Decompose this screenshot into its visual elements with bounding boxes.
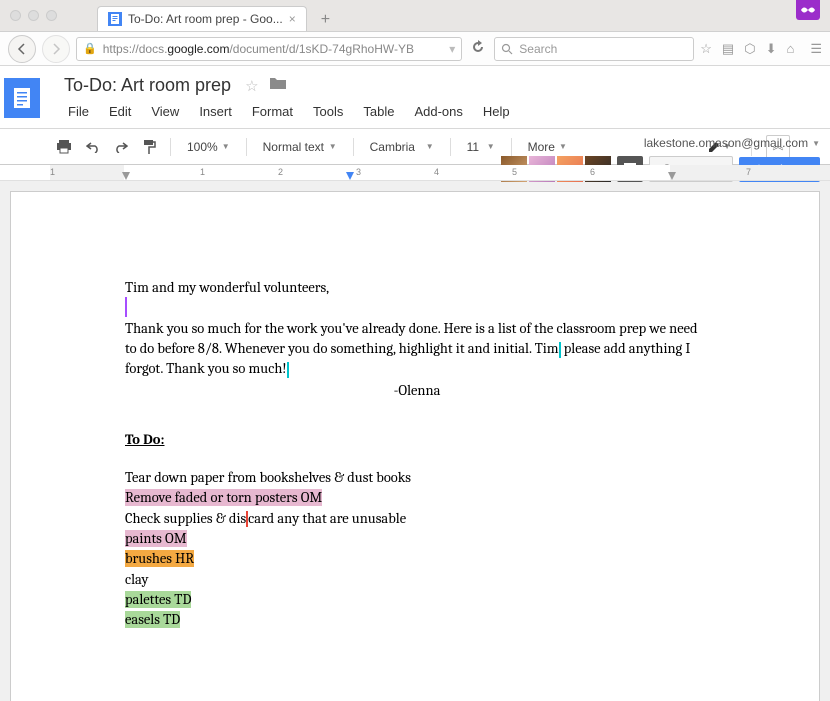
account-menu[interactable]: lakestone.omason@gmail.com ▼ [644, 136, 820, 150]
address-toolbar: 🔒 https://docs.google.com/document/d/1sK… [0, 32, 830, 66]
menu-edit[interactable]: Edit [101, 101, 139, 122]
downloads-icon[interactable]: ⬇ [766, 41, 777, 57]
menu-view[interactable]: View [143, 101, 187, 122]
browser-tab[interactable]: To-Do: Art room prep - Goo... × [97, 6, 307, 31]
menu-bar: File Edit View Insert Format Tools Table… [60, 101, 830, 122]
docs-header: To-Do: Art room prep ☆ File Edit View In… [0, 66, 830, 129]
undo-button[interactable] [80, 134, 106, 160]
document-page[interactable]: Tim and my wonderful volunteers, Thank y… [10, 191, 820, 701]
hamburger-menu-icon[interactable]: ☰ [810, 41, 822, 57]
docs-home-button[interactable] [0, 72, 44, 128]
lock-icon: 🔒 [83, 42, 97, 55]
reader-icon[interactable]: ▤ [722, 41, 734, 57]
font-size-dropdown[interactable]: 11▼ [459, 136, 503, 158]
doc-paragraph[interactable]: Thank you so much for the work you've al… [125, 319, 709, 380]
tab-stop-marker[interactable] [346, 172, 354, 180]
url-bar[interactable]: 🔒 https://docs.google.com/document/d/1sK… [76, 37, 462, 61]
user-email-text: lakestone.omason@gmail.com [644, 136, 808, 150]
home-icon[interactable]: ⌂ [786, 41, 794, 56]
left-indent-marker[interactable] [122, 172, 130, 180]
back-button[interactable] [8, 35, 36, 63]
menu-insert[interactable]: Insert [191, 101, 240, 122]
menu-help[interactable]: Help [475, 101, 518, 122]
maximize-window-button[interactable] [46, 10, 57, 21]
document-title[interactable]: To-Do: Art room prep [60, 74, 235, 97]
todo-item[interactable]: easels TD [125, 610, 709, 630]
doc-signature[interactable]: -Olenna [125, 381, 709, 401]
new-tab-button[interactable]: + [315, 9, 336, 31]
pocket-icon[interactable]: ⬡ [744, 41, 755, 57]
forward-button[interactable] [42, 35, 70, 63]
print-button[interactable] [50, 134, 78, 160]
menu-file[interactable]: File [60, 101, 97, 122]
font-family-dropdown[interactable]: Cambria▼ [362, 136, 442, 158]
move-folder-icon[interactable] [269, 76, 287, 95]
paragraph-style-dropdown[interactable]: Normal text▼ [255, 136, 345, 158]
paint-format-button[interactable] [136, 134, 162, 160]
browser-tab-strip: To-Do: Art room prep - Goo... × + [0, 0, 830, 32]
docs-logo-icon [4, 78, 40, 118]
tab-close-icon[interactable]: × [289, 12, 296, 26]
star-icon[interactable]: ☆ [245, 77, 258, 95]
docs-favicon [108, 12, 122, 26]
zoom-dropdown[interactable]: 100%▼ [179, 136, 238, 158]
todo-item[interactable]: Check supplies & discard any that are un… [125, 509, 709, 529]
horizontal-ruler[interactable]: 1 1 2 3 4 5 6 7 [0, 165, 830, 181]
toolbar-icons: ☆ ▤ ⬡ ⬇ ⌂ ☰ [700, 41, 822, 57]
menu-table[interactable]: Table [355, 101, 402, 122]
collaborator-cursor-cyan [559, 342, 561, 358]
reload-button[interactable] [468, 40, 488, 57]
close-window-button[interactable] [10, 10, 21, 21]
todo-item[interactable]: Tear down paper from bookshelves & dust … [125, 468, 709, 488]
tab-title: To-Do: Art room prep - Goo... [128, 12, 283, 26]
collaborator-cursor-cyan [287, 362, 289, 378]
collaborator-cursor-purple [125, 301, 127, 317]
bookmark-star-icon[interactable]: ☆ [700, 41, 712, 57]
chevron-down-icon: ▼ [812, 139, 820, 148]
url-dropdown-icon[interactable]: ▾ [449, 42, 455, 56]
menu-format[interactable]: Format [244, 101, 301, 122]
menu-tools[interactable]: Tools [305, 101, 351, 122]
extension-badge[interactable] [796, 0, 820, 20]
todo-heading[interactable]: To Do: [125, 430, 709, 450]
url-text: https://docs.google.com/document/d/1sKD-… [103, 42, 414, 56]
minimize-window-button[interactable] [28, 10, 39, 21]
todo-item[interactable]: paints OM [125, 529, 709, 549]
menu-addons[interactable]: Add-ons [406, 101, 470, 122]
right-indent-marker[interactable] [668, 172, 676, 180]
search-icon [501, 43, 513, 55]
window-controls [10, 10, 57, 21]
collaborator-cursor-red [246, 511, 248, 527]
redo-button[interactable] [108, 134, 134, 160]
document-canvas[interactable]: Tim and my wonderful volunteers, Thank y… [0, 181, 830, 701]
todo-item[interactable]: Remove faded or torn posters OM [125, 488, 709, 508]
todo-item[interactable]: brushes HR [125, 549, 709, 569]
doc-paragraph[interactable]: Tim and my wonderful volunteers, [125, 278, 709, 298]
todo-item[interactable]: palettes TD [125, 590, 709, 610]
search-box[interactable]: Search [494, 37, 694, 61]
search-placeholder: Search [519, 42, 557, 56]
todo-item[interactable]: clay [125, 570, 709, 590]
